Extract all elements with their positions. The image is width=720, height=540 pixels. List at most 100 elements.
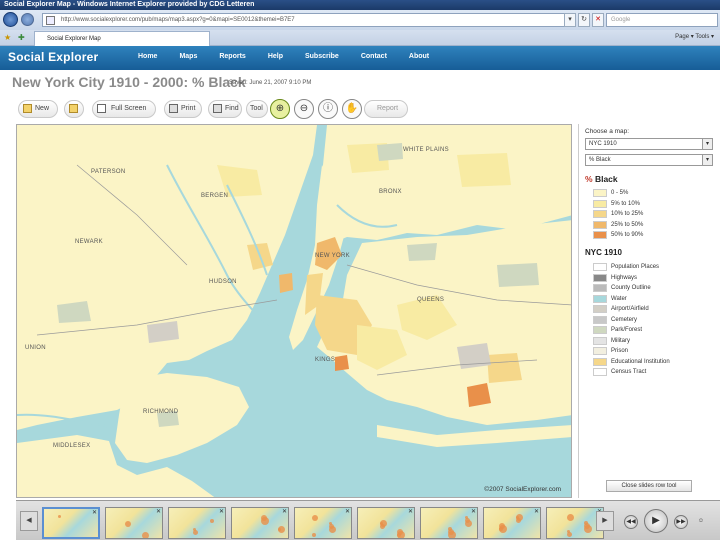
find-icon (213, 104, 222, 113)
close-icon[interactable]: ✕ (471, 508, 476, 515)
slide-thumbnail[interactable]: ✕ (357, 507, 415, 539)
refresh-icon[interactable]: ↻ (578, 13, 590, 27)
zoom-in-icon[interactable]: ⊕ (270, 99, 290, 119)
close-icon[interactable]: ✕ (345, 508, 350, 515)
legend-title: % Black (585, 174, 618, 184)
close-icon[interactable]: ✕ (219, 508, 224, 515)
site-logo[interactable]: Social Explorer (8, 50, 98, 64)
stop-icon[interactable]: ✕ (592, 13, 604, 27)
park-patch-4 (377, 143, 403, 161)
nav-about[interactable]: About (409, 53, 429, 60)
info-icon[interactable]: ⓘ (318, 99, 338, 119)
favorites-star-icon[interactable]: ★ (4, 33, 11, 42)
map-label-newark: NEWARK (75, 239, 103, 245)
feature-item: Educational Institution (593, 357, 713, 367)
nav-contact[interactable]: Contact (361, 53, 387, 60)
chevron-down-icon: ▾ (702, 155, 712, 165)
window-title: Social Explorer Map - Windows Internet E… (0, 0, 720, 10)
nav-maps[interactable]: Maps (179, 53, 197, 60)
thumbnail-marker (312, 533, 316, 537)
print-icon (169, 104, 178, 113)
strip-prev-icon[interactable]: ◀ (20, 511, 38, 531)
nav-subscribe[interactable]: Subscribe (305, 53, 339, 60)
thumbnail-marker (567, 514, 574, 521)
feature-label: Highways (611, 274, 638, 281)
new-label: New (35, 105, 50, 112)
open-button[interactable] (64, 100, 84, 118)
thumbnail-marker (193, 530, 198, 535)
tab-tools[interactable]: Page ▾ Tools ▾ (675, 33, 714, 40)
report-button[interactable]: Report (364, 100, 408, 118)
add-favorite-icon[interactable]: ✚ (18, 33, 25, 42)
close-icon[interactable]: ✕ (156, 508, 161, 515)
close-icon[interactable]: ✕ (534, 508, 539, 515)
map-label-new-york: NEW YORK (315, 253, 350, 259)
feature-item: Airport/Airfield (593, 304, 713, 314)
year-select-value: NYC 1910 (589, 141, 617, 147)
play-icon[interactable]: ▶ (644, 509, 668, 533)
feature-item: Military (593, 336, 713, 346)
full-screen-button[interactable]: Full Screen (92, 100, 156, 118)
slide-thumbnail[interactable]: ✕ (42, 507, 100, 539)
thumbnail-marker (465, 520, 472, 527)
map-label-richmond: RICHMOND (143, 409, 179, 415)
slide-thumbnail[interactable]: ✕ (231, 507, 289, 539)
feature-swatch (593, 336, 607, 345)
thumbnail-marker (278, 528, 281, 531)
legend-swatch (593, 231, 607, 239)
legend-label: 5% to 10% (611, 200, 641, 207)
new-icon (23, 104, 32, 113)
slide-strip: ◀ ✕✕✕✕✕✕✕✕✕ ▶ ◀◀ ▶ ▶▶ ☺ (16, 500, 720, 540)
fast-forward-icon[interactable]: ▶▶ (674, 515, 688, 529)
address-bar[interactable]: http://www.socialexplorer.com/pub/maps/m… (42, 13, 576, 27)
close-icon[interactable]: ✕ (408, 508, 413, 515)
nav-reports[interactable]: Reports (219, 53, 245, 60)
feature-swatch (593, 294, 607, 303)
variable-select[interactable]: % Black ▾ (585, 154, 713, 166)
close-icon[interactable]: ✕ (92, 509, 97, 516)
feature-label: County Outline (611, 285, 651, 291)
pan-hand-icon[interactable]: ✋ (342, 99, 362, 119)
close-icon[interactable]: ✕ (282, 508, 287, 515)
zoom-out-icon[interactable]: ⊖ (294, 99, 314, 119)
map-label-kings: KINGS (315, 357, 336, 363)
close-slides-button[interactable]: Close slides row tool (606, 480, 692, 492)
dropdown-arrow-icon[interactable]: ▾ (564, 13, 576, 27)
find-button[interactable]: Find (208, 100, 242, 118)
legend-swatch (593, 189, 607, 197)
tab-social-explorer[interactable]: Social Explorer Map (34, 31, 210, 46)
feature-label: Airport/Airfield (611, 306, 649, 312)
feature-item: County Outline (593, 283, 713, 293)
search-input[interactable]: Google (606, 13, 718, 27)
feature-item: Census Tract (593, 367, 713, 377)
forward-arrow-icon[interactable] (21, 13, 34, 26)
nav-help[interactable]: Help (268, 53, 283, 60)
back-arrow-icon[interactable] (3, 12, 18, 27)
slide-thumbnail[interactable]: ✕ (105, 507, 163, 539)
person-icon[interactable]: ☺ (694, 515, 708, 529)
feature-swatch (593, 263, 607, 271)
rewind-icon[interactable]: ◀◀ (624, 515, 638, 529)
legend-item: 50% to 90% (593, 230, 713, 240)
new-button[interactable]: New (18, 100, 58, 118)
southeast-queens-patch-2 (487, 353, 522, 383)
nav-home[interactable]: Home (138, 53, 157, 60)
slide-thumbnail[interactable]: ✕ (420, 507, 478, 539)
map-label-bronx: BRONX (379, 189, 402, 195)
legend-label: 0 - 5% (611, 190, 629, 196)
feature-item: Water (593, 294, 713, 304)
feature-label: Educational Institution (611, 358, 670, 365)
southeast-queens-patch (467, 383, 491, 407)
map-toolbar: New Full Screen Print Find Tool ⊕ ⊖ ⓘ ✋ … (14, 97, 714, 123)
saved-timestamp: Saved: June 21, 2007 9:10 PM (229, 80, 312, 86)
year-select[interactable]: NYC 1910 ▾ (585, 138, 713, 150)
strip-next-icon[interactable]: ▶ (596, 511, 614, 531)
tool-label[interactable]: Tool (246, 100, 268, 118)
slide-thumbnail[interactable]: ✕ (294, 507, 352, 539)
print-button[interactable]: Print (164, 100, 202, 118)
map-canvas[interactable]: WHITE PLAINS PATERSON BERGEN BRONX NEWAR… (16, 124, 572, 498)
map-label-queens: QUEENS (417, 297, 445, 303)
slide-thumbnail[interactable]: ✕ (483, 507, 541, 539)
slide-thumbnail[interactable]: ✕ (168, 507, 226, 539)
map-svg (17, 125, 571, 497)
